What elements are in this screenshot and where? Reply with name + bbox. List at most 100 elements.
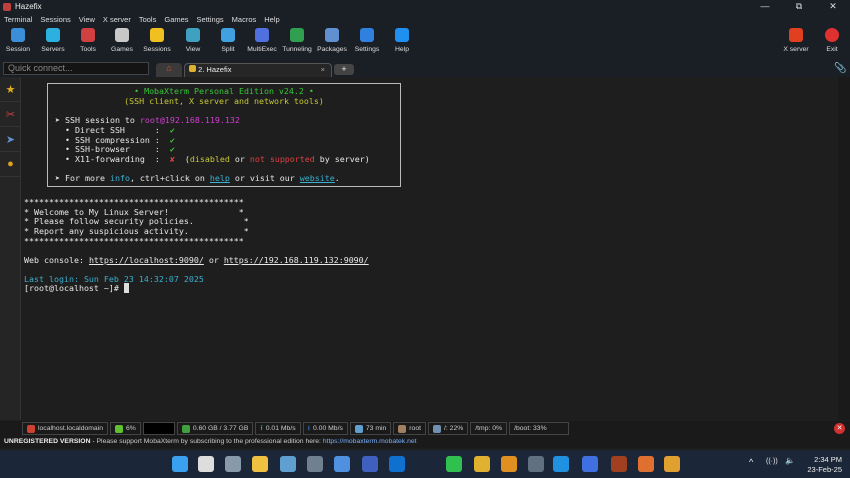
tools-icon: [81, 28, 95, 42]
prompt: [root@localhost ~]#: [24, 283, 124, 293]
menu-sessions[interactable]: Sessions: [40, 15, 70, 24]
taskbar-search-icon[interactable]: [198, 456, 214, 472]
x11-note: disabled: [189, 153, 230, 164]
more-text: .: [334, 173, 340, 184]
toolbar-label: Exit: [826, 46, 838, 53]
motd: ****************************************…: [24, 197, 249, 247]
home-tab[interactable]: ⌂: [156, 63, 182, 77]
website-link[interactable]: website: [300, 173, 335, 183]
close-tab-icon[interactable]: ×: [321, 64, 325, 76]
menu-games[interactable]: Games: [164, 15, 188, 24]
tools-icon[interactable]: ✂: [0, 102, 21, 127]
taskbar-vscode-icon[interactable]: [553, 456, 569, 472]
more-info-line: ➤ For more info, ctrl+click on help or v…: [55, 173, 400, 184]
send-icon[interactable]: ➤: [0, 127, 21, 152]
macro-icon[interactable]: ●: [0, 152, 21, 177]
status-disk: /: 22%: [428, 422, 469, 435]
prompt-line[interactable]: [root@localhost ~]#: [24, 283, 129, 294]
wifi-icon[interactable]: ((·)): [766, 458, 778, 465]
taskbar-vmware-icon[interactable]: [501, 456, 517, 472]
taskbar-outlook-icon[interactable]: [389, 456, 405, 472]
check-icon: ✔: [169, 124, 175, 135]
check-icon: ✔: [169, 134, 175, 145]
feature-name: • X11-forwarding :: [55, 153, 170, 164]
taskbar-game-icon[interactable]: [611, 456, 627, 472]
memory-value: 0.60 GB / 3.77 GB: [192, 425, 249, 432]
taskbar-start-icon[interactable]: [172, 456, 188, 472]
toolbar-label: Servers: [41, 46, 65, 53]
servers-button[interactable]: Servers: [35, 28, 71, 53]
settings-button[interactable]: Settings: [349, 28, 385, 53]
terminal[interactable]: • MobaXterm Personal Edition v24.2 • (SSH…: [21, 77, 837, 420]
exit-button[interactable]: Exit: [814, 28, 850, 53]
taskbar-file-explorer-icon[interactable]: [252, 456, 268, 472]
taskbar-mobaxterm-icon[interactable]: [528, 456, 544, 472]
taskbar-app-icon[interactable]: [362, 456, 378, 472]
menu-macros[interactable]: Macros: [232, 15, 257, 24]
x11-note: by server): [314, 153, 370, 164]
session-prefix: ➤ SSH session to: [55, 115, 140, 126]
close-session-icon[interactable]: ✕: [834, 423, 845, 434]
taskbar-app2-icon[interactable]: [664, 456, 680, 472]
quick-connect-input[interactable]: Quick connect...: [3, 62, 149, 75]
new-tab-button[interactable]: +: [334, 64, 354, 75]
session-icon: [11, 28, 25, 42]
x11-note: or: [229, 153, 250, 164]
motd-line: ****************************************…: [24, 235, 244, 246]
menu-tools[interactable]: Tools: [139, 15, 157, 24]
help-icon: [395, 28, 409, 42]
split-button[interactable]: Split: [210, 28, 246, 53]
date: 23-Feb-25: [807, 465, 842, 474]
games-button[interactable]: Games: [104, 28, 140, 53]
toolbar-label: Session: [5, 46, 31, 53]
terminal-icon: [189, 65, 196, 72]
x-server-button[interactable]: X server: [778, 28, 814, 53]
multiexec-button[interactable]: MultiExec: [244, 28, 280, 53]
taskbar: ^ ((·)) 🔈 2:34 PM 23-Feb-25: [0, 450, 850, 478]
or-text: or: [203, 255, 224, 265]
toolbar-label: Tunneling: [282, 46, 312, 53]
taskbar-chrome-icon[interactable]: [474, 456, 490, 472]
taskbar-calculator-icon[interactable]: [307, 456, 323, 472]
tunneling-button[interactable]: Tunneling: [279, 28, 315, 53]
subscribe-link[interactable]: https://mobaxterm.mobatek.net: [323, 438, 417, 445]
taskbar-xampp-icon[interactable]: [638, 456, 654, 472]
upload-value: 0.01 Mb/s: [265, 425, 296, 432]
tab-session-hazefix[interactable]: 2. Hazefix ×: [184, 63, 332, 77]
minimize-button[interactable]: —: [748, 0, 782, 13]
clock[interactable]: 2:34 PM 23-Feb-25: [807, 455, 842, 475]
sessions-button[interactable]: Sessions: [139, 28, 175, 53]
close-button[interactable]: ✕: [816, 0, 850, 13]
tray-chevron-icon[interactable]: ^: [749, 457, 753, 467]
session-button[interactable]: Session: [0, 28, 36, 53]
toolbar-label: Packages: [317, 46, 347, 53]
maximize-button[interactable]: ⧉: [782, 0, 816, 13]
menu-view[interactable]: View: [79, 15, 95, 24]
menu-terminal[interactable]: Terminal: [4, 15, 32, 24]
taskbar-notepad-icon[interactable]: [334, 456, 350, 472]
web-console-link-localhost[interactable]: https://localhost:9090/: [89, 255, 204, 265]
help-button[interactable]: Help: [384, 28, 420, 53]
info-link[interactable]: info: [110, 173, 130, 183]
menu-x-server[interactable]: X server: [103, 15, 131, 24]
tools-button[interactable]: Tools: [70, 28, 106, 53]
attach-icon[interactable]: 📎: [834, 63, 846, 74]
volume-icon[interactable]: 🔈: [785, 456, 795, 465]
more-text: ➤ For more: [55, 173, 110, 184]
taskbar-whatsapp-icon[interactable]: [446, 456, 462, 472]
web-console-link-ip[interactable]: https://192.168.119.132:9090/: [224, 255, 369, 265]
menu-help[interactable]: Help: [264, 15, 279, 24]
disk-icon: [433, 424, 441, 433]
taskbar-photos-icon[interactable]: [280, 456, 296, 472]
help-link[interactable]: help: [210, 173, 230, 183]
menu-settings[interactable]: Settings: [197, 15, 224, 24]
disk-root: /: 22%: [444, 425, 464, 432]
packages-icon: [325, 28, 339, 42]
status-user: root: [393, 422, 426, 435]
taskbar-zoom-icon[interactable]: [582, 456, 598, 472]
star-icon[interactable]: ★: [0, 77, 21, 102]
packages-button[interactable]: Packages: [314, 28, 350, 53]
taskbar-settings-icon[interactable]: [225, 456, 241, 472]
view-button[interactable]: View: [175, 28, 211, 53]
terminal-scrollbar[interactable]: [838, 77, 850, 420]
